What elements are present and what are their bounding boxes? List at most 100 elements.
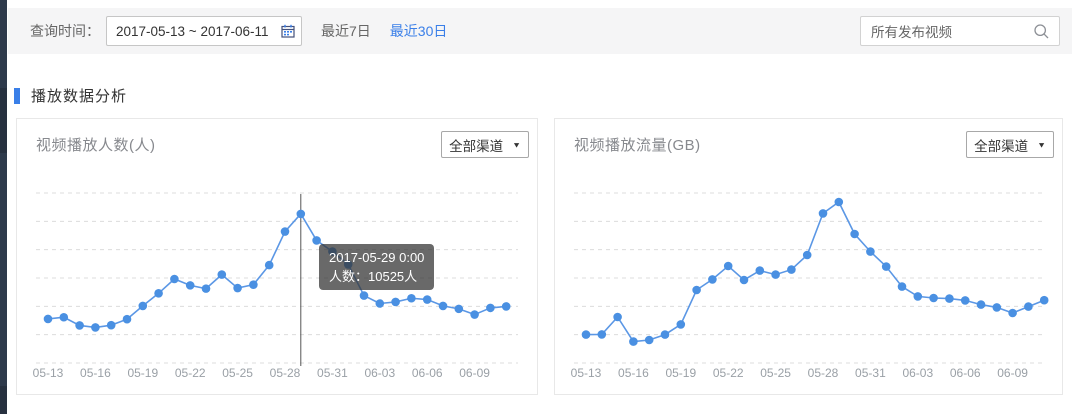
query-time-label: 查询时间： bbox=[30, 21, 100, 41]
calendar-icon[interactable] bbox=[280, 23, 296, 39]
data-point[interactable] bbox=[835, 198, 844, 207]
data-point[interactable] bbox=[123, 315, 132, 324]
x-tick-label: 05-31 bbox=[317, 366, 348, 380]
data-point[interactable] bbox=[898, 282, 907, 291]
quick-range-30d-link[interactable]: 最近30日 bbox=[390, 21, 448, 41]
data-point[interactable] bbox=[677, 320, 686, 329]
channel-select-value: 全部渠道 bbox=[449, 135, 503, 155]
data-point[interactable] bbox=[756, 266, 765, 275]
data-point[interactable] bbox=[202, 284, 211, 293]
data-point[interactable] bbox=[249, 280, 258, 289]
sidebar-edge bbox=[0, 0, 7, 414]
x-tick-label: 05-25 bbox=[222, 366, 253, 380]
x-tick-label: 05-13 bbox=[33, 366, 64, 380]
sidebar-edge-segment bbox=[0, 386, 7, 414]
x-tick-label: 06-09 bbox=[997, 366, 1028, 380]
data-point[interactable] bbox=[312, 236, 321, 245]
data-point[interactable] bbox=[740, 276, 749, 285]
data-point[interactable] bbox=[218, 270, 227, 279]
data-point[interactable] bbox=[661, 330, 670, 339]
channel-select[interactable]: 全部渠道 ▼ bbox=[441, 131, 529, 158]
x-tick-label: 05-13 bbox=[571, 366, 602, 380]
data-point[interactable] bbox=[297, 210, 306, 219]
published-video-filter-value: 所有发布视频 bbox=[871, 21, 952, 41]
chevron-down-icon: ▼ bbox=[1037, 140, 1046, 149]
data-point[interactable] bbox=[850, 230, 859, 239]
channel-select-value: 全部渠道 bbox=[974, 135, 1028, 155]
card-header: 视频播放人数(人) 全部渠道 ▼ bbox=[17, 119, 537, 165]
data-point[interactable] bbox=[376, 299, 385, 308]
x-tick-label: 06-03 bbox=[902, 366, 933, 380]
quick-range-7d-link[interactable]: 最近7日 bbox=[321, 21, 371, 41]
data-point[interactable] bbox=[439, 302, 448, 311]
data-point[interactable] bbox=[914, 292, 923, 301]
section-title: 播放数据分析 bbox=[31, 85, 127, 106]
data-point[interactable] bbox=[455, 305, 464, 314]
card-header: 视频播放流量(GB) 全部渠道 ▼ bbox=[555, 119, 1062, 165]
data-point[interactable] bbox=[107, 321, 116, 330]
data-point[interactable] bbox=[993, 303, 1002, 312]
data-point[interactable] bbox=[866, 247, 875, 256]
series-line bbox=[48, 214, 506, 328]
tooltip-date: 2017-05-29 0:00 bbox=[329, 248, 424, 267]
data-point[interactable] bbox=[1040, 296, 1049, 305]
data-point[interactable] bbox=[629, 337, 638, 346]
data-point[interactable] bbox=[598, 330, 607, 339]
data-point[interactable] bbox=[613, 313, 622, 322]
data-point[interactable] bbox=[470, 310, 479, 319]
data-point[interactable] bbox=[60, 313, 69, 322]
data-point[interactable] bbox=[771, 270, 780, 279]
x-tick-label: 05-31 bbox=[855, 366, 886, 380]
data-point[interactable] bbox=[645, 336, 654, 345]
x-tick-label: 05-22 bbox=[713, 366, 744, 380]
data-point[interactable] bbox=[139, 302, 148, 311]
chart-card-play-viewers: 视频播放人数(人) 全部渠道 ▼ 05-1305-1605-1905-2205-… bbox=[16, 118, 538, 395]
published-video-filter[interactable]: 所有发布视频 bbox=[860, 16, 1060, 46]
x-tick-label: 05-19 bbox=[127, 366, 158, 380]
data-point[interactable] bbox=[724, 262, 733, 271]
data-point[interactable] bbox=[945, 294, 954, 303]
data-point[interactable] bbox=[502, 302, 511, 311]
data-point[interactable] bbox=[582, 330, 591, 339]
data-point[interactable] bbox=[407, 294, 416, 303]
data-point[interactable] bbox=[170, 275, 179, 284]
data-point[interactable] bbox=[803, 251, 812, 260]
data-point[interactable] bbox=[708, 275, 717, 284]
data-point[interactable] bbox=[75, 321, 84, 330]
x-tick-label: 06-06 bbox=[412, 366, 443, 380]
data-point[interactable] bbox=[882, 262, 891, 271]
tooltip-value: 人数：10525人 bbox=[329, 267, 424, 286]
x-tick-label: 05-25 bbox=[760, 366, 791, 380]
data-point[interactable] bbox=[692, 286, 701, 295]
data-point[interactable] bbox=[360, 291, 369, 300]
data-point[interactable] bbox=[265, 261, 274, 270]
data-point[interactable] bbox=[391, 298, 400, 307]
data-point[interactable] bbox=[819, 209, 828, 218]
chart-title-viewers: 视频播放人数(人) bbox=[36, 131, 156, 155]
section-accent-bar bbox=[14, 88, 20, 104]
x-tick-label: 05-28 bbox=[270, 366, 301, 380]
search-icon[interactable] bbox=[1033, 23, 1050, 40]
data-point[interactable] bbox=[233, 284, 242, 293]
data-point[interactable] bbox=[281, 227, 290, 236]
data-point[interactable] bbox=[154, 289, 163, 298]
x-tick-label: 05-16 bbox=[618, 366, 649, 380]
x-tick-label: 05-19 bbox=[665, 366, 696, 380]
data-point[interactable] bbox=[961, 296, 970, 305]
x-tick-label: 06-09 bbox=[459, 366, 490, 380]
data-point[interactable] bbox=[977, 300, 986, 309]
data-point[interactable] bbox=[186, 281, 195, 290]
data-point[interactable] bbox=[44, 315, 53, 324]
sidebar-edge-segment bbox=[0, 88, 7, 153]
x-tick-label: 05-22 bbox=[175, 366, 206, 380]
chart-tooltip: 2017-05-29 0:00 人数：10525人 bbox=[319, 244, 434, 290]
data-point[interactable] bbox=[91, 323, 100, 332]
channel-select[interactable]: 全部渠道 ▼ bbox=[966, 131, 1054, 158]
data-point[interactable] bbox=[486, 304, 495, 313]
data-point[interactable] bbox=[1024, 302, 1033, 311]
data-point[interactable] bbox=[423, 295, 432, 304]
data-point[interactable] bbox=[787, 265, 796, 274]
data-point[interactable] bbox=[929, 294, 938, 303]
date-range-input[interactable]: 2017-05-13 ~ 2017-06-11 bbox=[106, 16, 302, 46]
data-point[interactable] bbox=[1008, 309, 1017, 318]
